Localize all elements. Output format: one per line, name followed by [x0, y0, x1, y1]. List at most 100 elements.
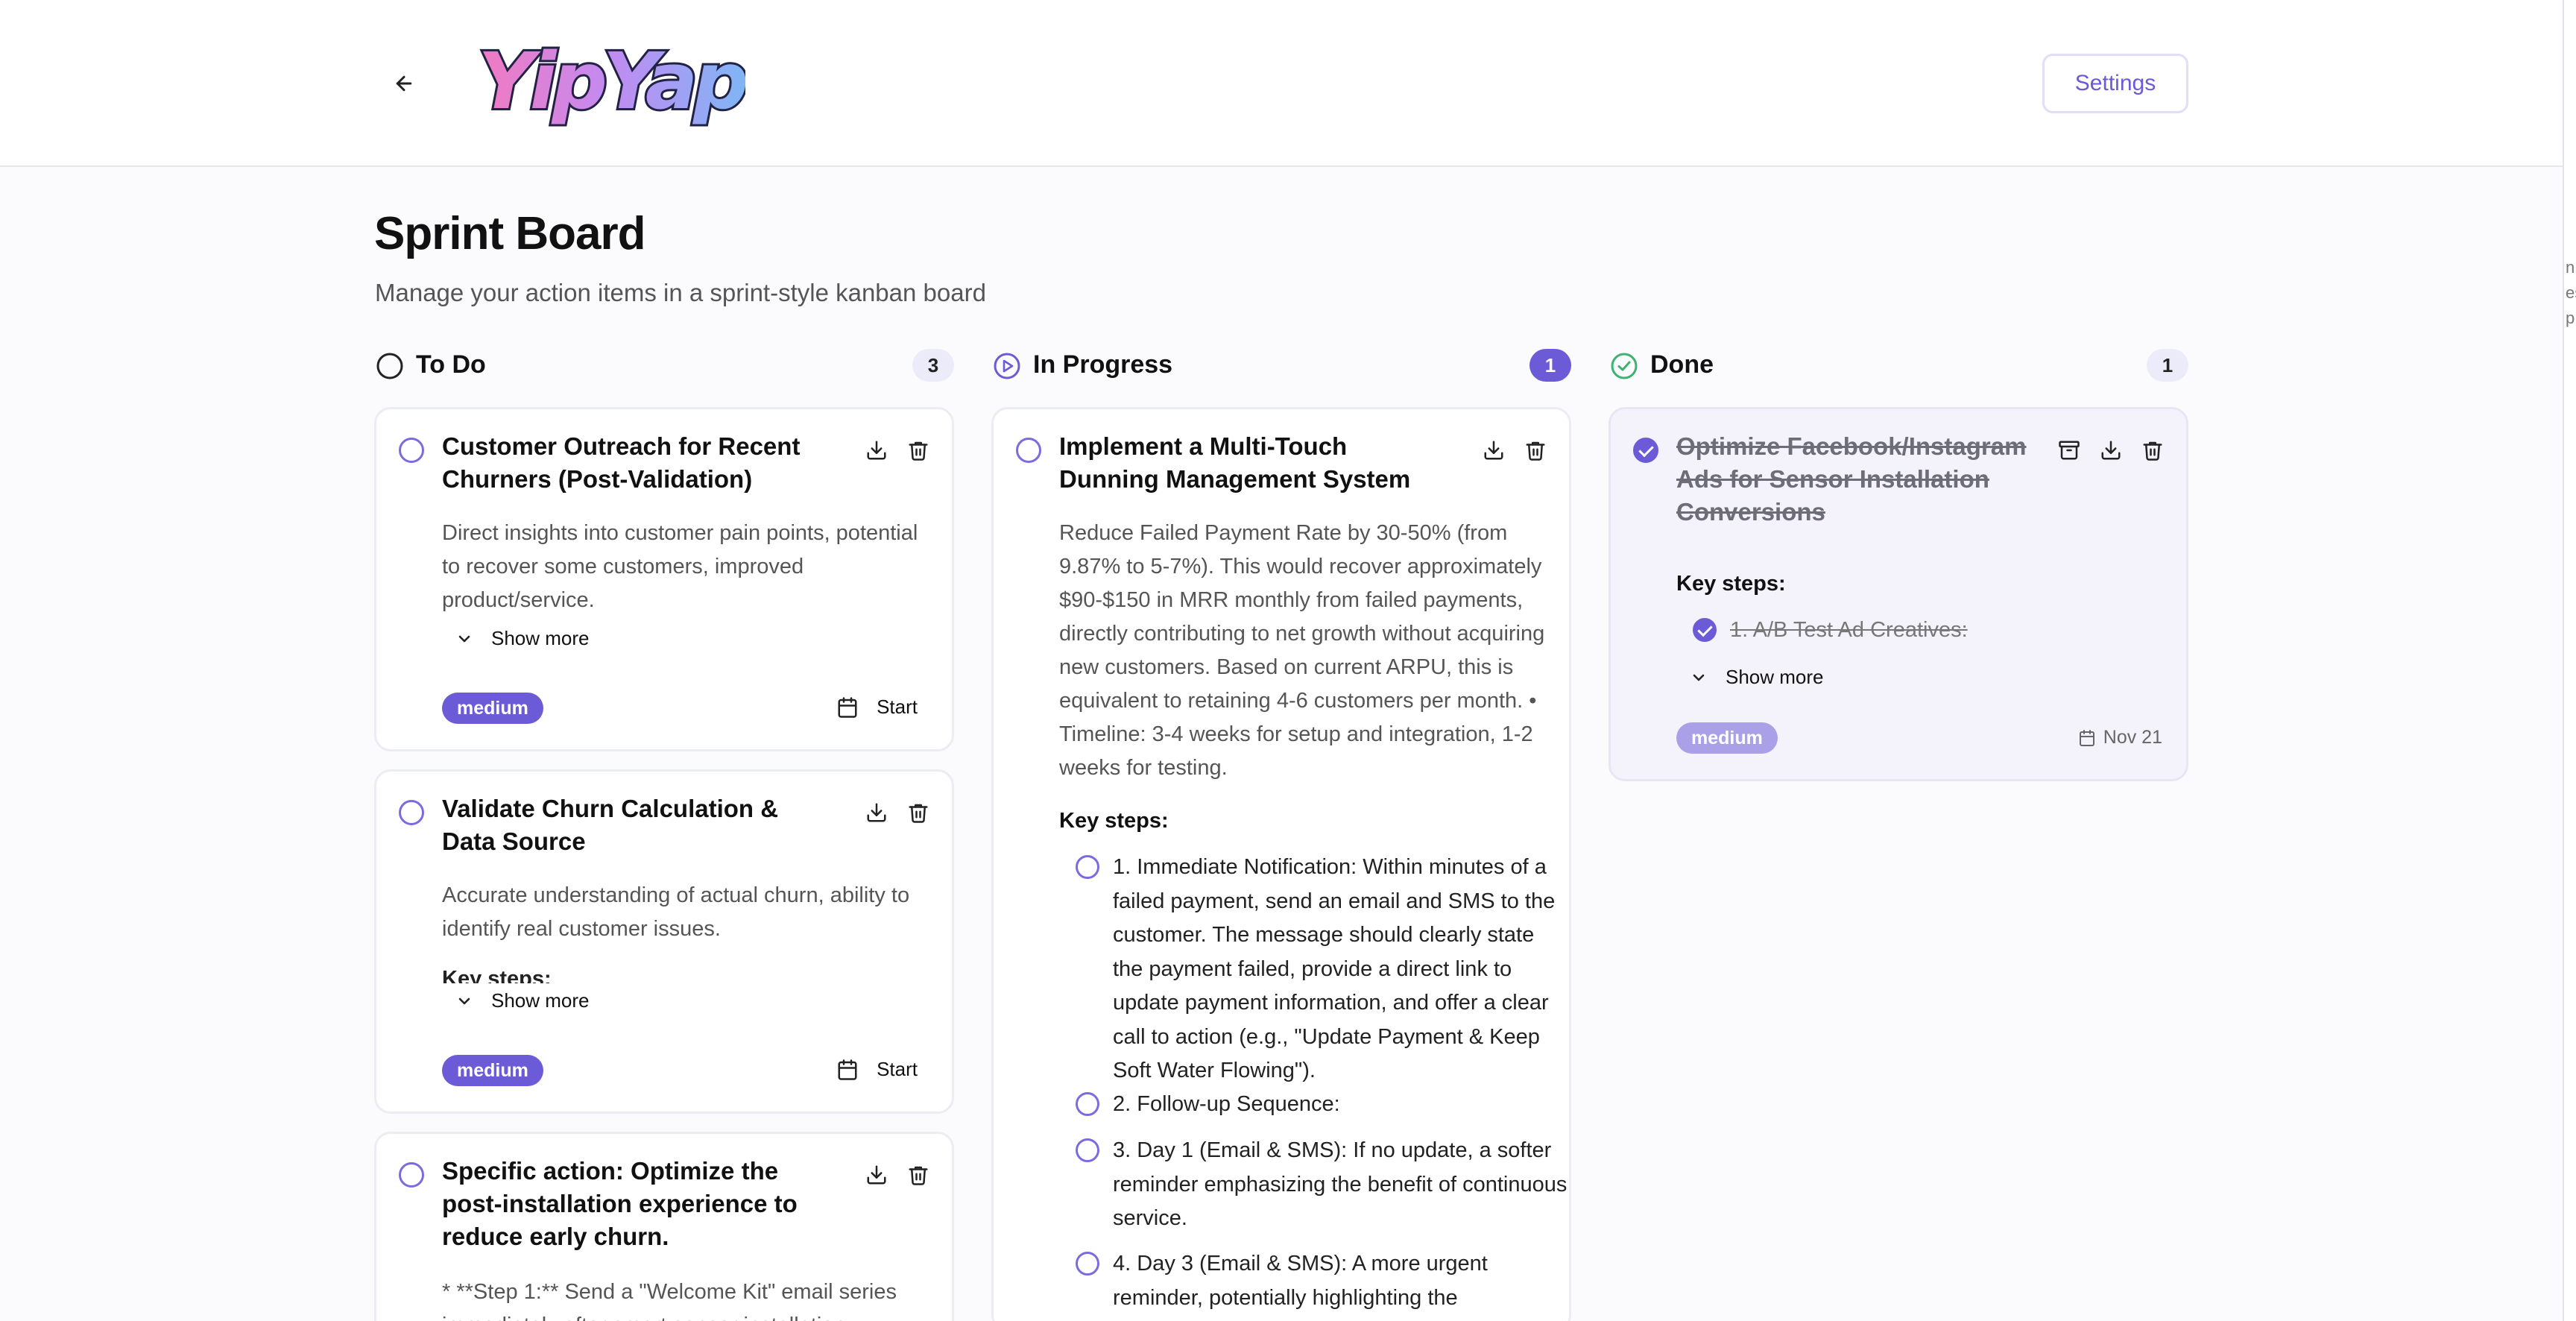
download-icon	[867, 441, 886, 460]
column-title: In Progress	[1033, 350, 1173, 379]
delete-button[interactable]	[2140, 438, 2165, 463]
priority-badge: medium	[442, 1055, 543, 1086]
page-subtitle: Manage your action items in a sprint-sty…	[375, 279, 986, 306]
edge-text: p	[2566, 309, 2575, 327]
trash-icon	[909, 1166, 928, 1185]
svg-text:YipYap: YipYap	[479, 36, 746, 127]
card-actions	[1481, 438, 1548, 463]
chevron-down-icon	[1693, 674, 1705, 681]
arrow-left-icon	[396, 75, 412, 92]
trash-icon	[2143, 441, 2162, 461]
show-more-toggle[interactable]: Show more	[1690, 666, 1824, 689]
chevron-down-icon	[458, 635, 470, 642]
card-actions	[2056, 438, 2165, 463]
step-text: 4. Day 3 (Email & SMS): A more urgent re…	[1113, 1252, 1488, 1310]
step-item: 4. Day 3 (Email & SMS): A more urgent re…	[1076, 1247, 1568, 1315]
download-icon	[1484, 441, 1503, 460]
page-title: Sprint Board	[374, 208, 645, 259]
back-button[interactable]	[386, 66, 422, 101]
delete-button[interactable]	[1523, 438, 1548, 463]
archive-icon	[2059, 441, 2080, 460]
complete-checkbox[interactable]	[1633, 438, 1658, 463]
card-title: Optimize Facebook/Instagram Ads for Sens…	[1676, 432, 2027, 526]
delete-button[interactable]	[906, 438, 931, 463]
app-viewport: YipYap Settings Sprint Board Manage your…	[0, 0, 2563, 1321]
show-more-label: Show more	[1726, 666, 1824, 688]
calendar-icon	[838, 1059, 857, 1080]
show-more-label: Show more	[491, 627, 590, 649]
step-checkbox[interactable]	[1076, 855, 1099, 879]
complete-checkbox[interactable]	[399, 1162, 424, 1188]
check-circle-icon	[1611, 353, 1638, 379]
calendar-icon	[2079, 729, 2094, 746]
step-checkbox[interactable]	[1076, 1092, 1099, 1116]
card-title: Validate Churn Calculation & Data Source	[442, 795, 779, 855]
column-header-done: Done 1	[1609, 343, 2188, 388]
column-count-badge: 1	[1530, 349, 1571, 382]
complete-checkbox[interactable]	[1016, 438, 1041, 463]
task-card[interactable]: Optimize Facebook/Instagram Ads for Sens…	[1609, 407, 2188, 781]
step-checkbox[interactable]	[1693, 618, 1717, 642]
card-description: Reduce Failed Payment Rate by 30-50% (fr…	[1059, 521, 1545, 780]
download-icon	[867, 803, 886, 822]
circle-icon	[376, 353, 403, 379]
step-checkbox[interactable]	[1076, 1138, 1099, 1162]
priority-badge: medium	[442, 693, 543, 724]
step-item: 1. A/B Test Ad Creatives:	[1693, 614, 2185, 648]
edge-text: n	[2566, 258, 2575, 277]
delete-button[interactable]	[906, 800, 931, 825]
card-description: Accurate understanding of actual churn, …	[442, 883, 910, 941]
column-count-badge: 1	[2147, 349, 2188, 382]
trash-icon	[909, 441, 928, 461]
due-date: Nov 21	[2078, 727, 2162, 748]
download-icon	[867, 1165, 886, 1185]
card-title: Customer Outreach for Recent Churners (P…	[442, 432, 801, 493]
task-card[interactable]: Validate Churn Calculation & Data Source…	[374, 769, 954, 1114]
step-checkbox[interactable]	[1076, 1252, 1099, 1276]
priority-badge: medium	[1676, 722, 1778, 754]
download-button[interactable]	[864, 800, 889, 825]
show-more-toggle[interactable]: Show more	[455, 989, 590, 1012]
yipyap-logo[interactable]: YipYap	[476, 30, 754, 134]
card-actions	[864, 438, 931, 463]
download-button[interactable]	[864, 438, 889, 463]
column-todo: To Do 3 Customer Outreach for Recent Chu…	[374, 343, 954, 1321]
column-title: To Do	[416, 350, 486, 379]
complete-checkbox[interactable]	[399, 438, 424, 463]
step-item: 2. Follow-up Sequence:	[1076, 1088, 1568, 1122]
trash-icon	[909, 804, 928, 823]
task-card[interactable]: Customer Outreach for Recent Churners (P…	[374, 407, 954, 751]
complete-checkbox[interactable]	[399, 800, 424, 825]
download-icon	[2101, 441, 2121, 460]
card-actions	[864, 1162, 931, 1188]
column-in-progress: In Progress 1 Implement a Multi-Touch Du…	[991, 343, 1571, 1321]
step-item: 1. Immediate Notification: Within minute…	[1076, 851, 1568, 1088]
start-button[interactable]: Start	[836, 696, 918, 719]
step-text: 1. A/B Test Ad Creatives:	[1730, 618, 1968, 642]
card-title: Specific action: Optimize the post-insta…	[442, 1157, 798, 1250]
start-button[interactable]: Start	[836, 1058, 918, 1081]
top-header: YipYap Settings	[0, 0, 2563, 167]
show-more-label: Show more	[491, 989, 590, 1012]
edge-text: es	[2566, 283, 2576, 302]
card-description: Direct insights into customer pain point…	[442, 521, 918, 612]
adjacent-panel-edge: n es p	[2563, 0, 2576, 1321]
card-actions	[864, 800, 931, 825]
download-button[interactable]	[1481, 438, 1506, 463]
column-header-todo: To Do 3	[374, 343, 954, 388]
delete-button[interactable]	[906, 1162, 931, 1188]
column-header-in-progress: In Progress 1	[991, 343, 1571, 388]
show-more-toggle[interactable]: Show more	[455, 627, 590, 650]
column-count-badge: 3	[912, 349, 954, 382]
key-steps-label: Key steps:	[1676, 572, 1786, 596]
card-title: Implement a Multi-Touch Dunning Manageme…	[1059, 432, 1411, 493]
chevron-down-icon	[458, 997, 470, 1004]
download-button[interactable]	[2098, 438, 2124, 463]
settings-button[interactable]: Settings	[2042, 54, 2188, 113]
step-text: 2. Follow-up Sequence:	[1113, 1092, 1340, 1116]
start-label: Start	[877, 696, 918, 718]
download-button[interactable]	[864, 1162, 889, 1188]
task-card[interactable]: Specific action: Optimize the post-insta…	[374, 1132, 954, 1321]
task-card[interactable]: Implement a Multi-Touch Dunning Manageme…	[991, 407, 1571, 1321]
archive-button[interactable]	[2056, 438, 2082, 463]
